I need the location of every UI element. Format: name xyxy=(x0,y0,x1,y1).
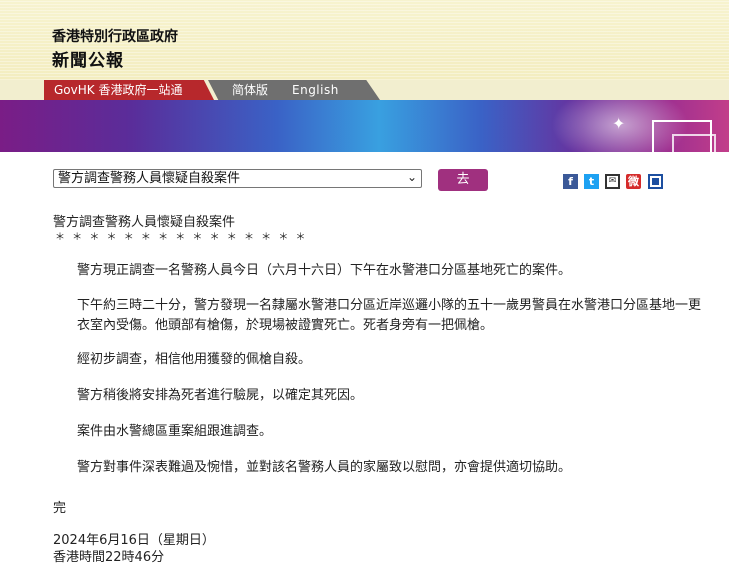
paragraph-text: 經初步調查，相信他用獲發的佩槍自殺。 xyxy=(77,352,312,367)
go-button[interactable]: 去 xyxy=(438,169,488,191)
release-time: 香港時間22時46分 xyxy=(53,550,165,565)
sparkle-icon: ✦ xyxy=(612,114,626,133)
press-release-select[interactable]: 警方調查警務人員懷疑自殺案件 ⌄ xyxy=(53,169,422,188)
twitter-icon[interactable]: t xyxy=(584,174,599,189)
english-link[interactable]: English xyxy=(292,80,339,100)
site-title: 香港特別行政區政府 xyxy=(52,29,178,45)
top-nav: GovHK 香港政府一站通 简体版 English xyxy=(0,80,729,100)
paragraph-text: 警方現正調查一名警務人員今日（六月十六日）下午在水警港口分區基地死亡的案件。 xyxy=(77,263,572,278)
paragraph-text: 案件由水警總區重案組跟進調查。 xyxy=(77,424,273,439)
site-header: 香港特別行政區政府 新聞公報 xyxy=(0,0,729,80)
article-paragraph: 警方現正調查一名警務人員今日（六月十六日）下午在水警港口分區基地死亡的案件。 xyxy=(53,261,703,281)
email-icon[interactable]: ✉ xyxy=(605,174,620,189)
header-banner: ✦ xyxy=(0,100,729,152)
simplified-chinese-link[interactable]: 简体版 xyxy=(232,80,268,100)
article-paragraph: 經初步調查，相信他用獲發的佩槍自殺。 xyxy=(53,350,703,370)
article-paragraph: 警方對事件深表難過及惋惜，並對該名警務人員的家屬致以慰問，亦會提供適切協助。 xyxy=(53,458,703,478)
article-end-mark: 完 xyxy=(53,501,67,516)
print-icon[interactable] xyxy=(648,174,663,189)
chevron-down-icon: ⌄ xyxy=(406,170,417,184)
facebook-icon[interactable]: f xyxy=(563,174,578,189)
article-paragraph: 案件由水警總區重案組跟進調查。 xyxy=(53,422,703,442)
article-paragraph: 下午約三時二十分，警方發現一名隸屬水警港口分區近岸巡邏小隊的五十一歲男警員在水警… xyxy=(53,296,703,336)
govhk-link[interactable]: GovHK 香港政府一站通 xyxy=(44,80,214,100)
banner-frame-decoration xyxy=(672,134,716,152)
article-paragraph: 警方稍後將安排為死者進行驗屍，以確定其死因。 xyxy=(53,386,703,406)
paragraph-text: 警方對事件深表難過及惋惜，並對該名警務人員的家屬致以慰問，亦會提供適切協助。 xyxy=(77,460,572,475)
site-subtitle: 新聞公報 xyxy=(52,51,124,71)
paragraph-text: 下午約三時二十分，警方發現一名隸屬水警港口分區近岸巡邏小隊的五十一歲男警員在水警… xyxy=(77,298,702,333)
print-icon-paper xyxy=(652,178,659,185)
selected-option: 警方調查警務人員懷疑自殺案件 xyxy=(58,171,241,186)
star-divider: ＊ ＊ ＊ ＊ ＊ ＊ ＊ ＊ ＊ ＊ ＊ ＊ ＊ ＊ ＊ xyxy=(55,232,308,243)
paragraph-text: 警方稍後將安排為死者進行驗屍，以確定其死因。 xyxy=(77,388,364,403)
weibo-icon[interactable]: 微 xyxy=(626,174,641,189)
